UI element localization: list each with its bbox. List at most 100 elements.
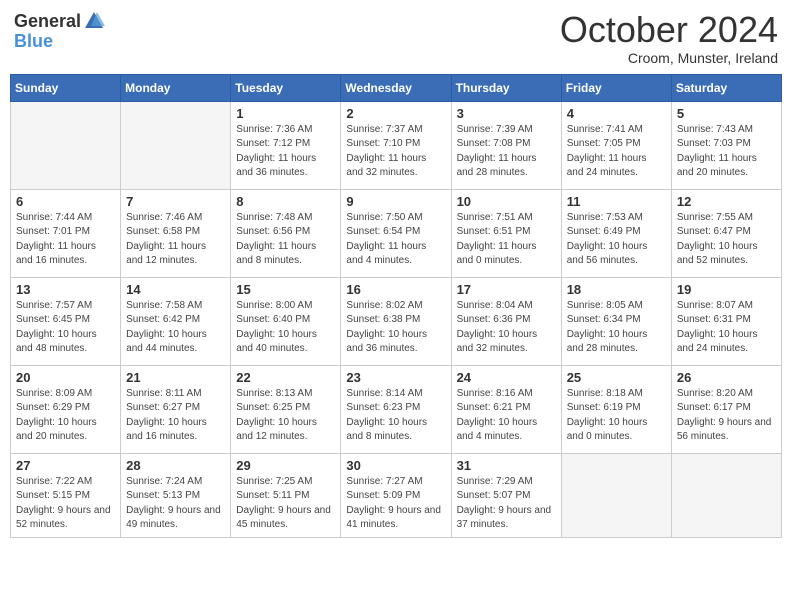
calendar-cell: 27 Sunrise: 7:22 AM Sunset: 5:15 PM Dayli… bbox=[11, 453, 121, 537]
calendar-cell: 9Sunrise: 7:50 AM Sunset: 6:54 PM Daylig… bbox=[341, 189, 451, 277]
day-number: 18 bbox=[567, 282, 666, 297]
day-info: Sunrise: 8:13 AM Sunset: 6:25 PM Dayligh… bbox=[236, 387, 335, 445]
day-number: 12 bbox=[677, 194, 776, 209]
day-info: Sunrise: 7:41 AM Sunset: 7:05 PM Dayligh… bbox=[567, 123, 666, 181]
day-number: 1 bbox=[236, 106, 335, 121]
day-number: 15 bbox=[236, 282, 335, 297]
calendar-cell: 1 Sunrise: 7:36 AM Sunset: 7:12 PM Daylig… bbox=[231, 101, 341, 189]
calendar-cell bbox=[671, 453, 781, 537]
calendar-week-1: 1 Sunrise: 7:36 AM Sunset: 7:12 PM Daylig… bbox=[11, 101, 782, 189]
calendar-cell: 2 Sunrise: 7:37 AM Sunset: 7:10 PM Daylig… bbox=[341, 101, 451, 189]
day-info: Sunrise: 8:20 AM Sunset: 6:17 PM Dayligh… bbox=[677, 387, 776, 445]
day-header-sunday: Sunday bbox=[11, 74, 121, 101]
calendar-cell: 20 Sunrise: 8:09 AM Sunset: 6:29 PM Dayli… bbox=[11, 365, 121, 453]
day-number: 29 bbox=[236, 458, 335, 473]
day-info: Sunrise: 8:05 AM Sunset: 6:34 PM Dayligh… bbox=[567, 299, 666, 357]
day-number: 3 bbox=[457, 106, 556, 121]
calendar-cell: 4 Sunrise: 7:41 AM Sunset: 7:05 PM Daylig… bbox=[561, 101, 671, 189]
calendar-cell: 3 Sunrise: 7:39 AM Sunset: 7:08 PM Daylig… bbox=[451, 101, 561, 189]
day-number: 10 bbox=[457, 194, 556, 209]
day-info: Sunrise: 7:39 AM Sunset: 7:08 PM Dayligh… bbox=[457, 123, 556, 181]
day-info: Sunrise: 8:14 AM Sunset: 6:23 PM Dayligh… bbox=[346, 387, 445, 445]
day-info: Sunrise: 8:04 AM Sunset: 6:36 PM Dayligh… bbox=[457, 299, 556, 357]
calendar-table: SundayMondayTuesdayWednesdayThursdayFrid… bbox=[10, 74, 782, 538]
day-info: Sunrise: 7:37 AM Sunset: 7:10 PM Dayligh… bbox=[346, 123, 445, 181]
calendar-cell: 16 Sunrise: 8:02 AM Sunset: 6:38 PM Dayli… bbox=[341, 277, 451, 365]
logo-icon bbox=[83, 10, 105, 32]
day-number: 9 bbox=[346, 194, 445, 209]
day-info: Sunrise: 7:46 AM Sunset: 6:58 PM Dayligh… bbox=[126, 211, 225, 269]
day-number: 28 bbox=[126, 458, 225, 473]
calendar-cell: 8 Sunrise: 7:48 AM Sunset: 6:56 PM Daylig… bbox=[231, 189, 341, 277]
calendar-cell: 24 Sunrise: 8:16 AM Sunset: 6:21 PM Dayli… bbox=[451, 365, 561, 453]
day-header-thursday: Thursday bbox=[451, 74, 561, 101]
calendar-cell bbox=[561, 453, 671, 537]
day-info: Sunrise: 8:11 AM Sunset: 6:27 PM Dayligh… bbox=[126, 387, 225, 445]
day-info: Sunrise: 7:36 AM Sunset: 7:12 PM Dayligh… bbox=[236, 123, 335, 181]
day-info: Sunrise: 8:02 AM Sunset: 6:38 PM Dayligh… bbox=[346, 299, 445, 357]
day-number: 21 bbox=[126, 370, 225, 385]
day-info: Sunrise: 7:29 AM Sunset: 5:07 PM Dayligh… bbox=[457, 475, 556, 533]
day-info: Sunrise: 7:48 AM Sunset: 6:56 PM Dayligh… bbox=[236, 211, 335, 269]
day-info: Sunrise: 7:27 AM Sunset: 5:09 PM Dayligh… bbox=[346, 475, 445, 533]
calendar-cell: 11Sunrise: 7:53 AM Sunset: 6:49 PM Dayli… bbox=[561, 189, 671, 277]
day-number: 23 bbox=[346, 370, 445, 385]
logo-text-blue: Blue bbox=[14, 31, 53, 51]
day-info: Sunrise: 8:16 AM Sunset: 6:21 PM Dayligh… bbox=[457, 387, 556, 445]
calendar-cell: 15Sunrise: 8:00 AM Sunset: 6:40 PM Dayli… bbox=[231, 277, 341, 365]
calendar-week-5: 27 Sunrise: 7:22 AM Sunset: 5:15 PM Dayli… bbox=[11, 453, 782, 537]
calendar-cell: 5 Sunrise: 7:43 AM Sunset: 7:03 PM Daylig… bbox=[671, 101, 781, 189]
calendar-cell: 10 Sunrise: 7:51 AM Sunset: 6:51 PM Dayli… bbox=[451, 189, 561, 277]
title-section: October 2024 Croom, Munster, Ireland bbox=[560, 10, 778, 66]
day-info: Sunrise: 7:43 AM Sunset: 7:03 PM Dayligh… bbox=[677, 123, 776, 181]
logo-text-general: General bbox=[14, 12, 81, 30]
calendar-cell: 13 Sunrise: 7:57 AM Sunset: 6:45 PM Dayli… bbox=[11, 277, 121, 365]
day-info: Sunrise: 7:57 AM Sunset: 6:45 PM Dayligh… bbox=[16, 299, 115, 357]
calendar-cell: 26 Sunrise: 8:20 AM Sunset: 6:17 PM Dayli… bbox=[671, 365, 781, 453]
day-number: 16 bbox=[346, 282, 445, 297]
day-header-friday: Friday bbox=[561, 74, 671, 101]
header-row: SundayMondayTuesdayWednesdayThursdayFrid… bbox=[11, 74, 782, 101]
calendar-cell: 6Sunrise: 7:44 AM Sunset: 7:01 PM Daylig… bbox=[11, 189, 121, 277]
calendar-cell: 23 Sunrise: 8:14 AM Sunset: 6:23 PM Dayli… bbox=[341, 365, 451, 453]
day-number: 4 bbox=[567, 106, 666, 121]
day-info: Sunrise: 7:58 AM Sunset: 6:42 PM Dayligh… bbox=[126, 299, 225, 357]
calendar-cell: 21 Sunrise: 8:11 AM Sunset: 6:27 PM Dayli… bbox=[121, 365, 231, 453]
day-header-wednesday: Wednesday bbox=[341, 74, 451, 101]
calendar-cell: 12 Sunrise: 7:55 AM Sunset: 6:47 PM Dayli… bbox=[671, 189, 781, 277]
day-info: Sunrise: 7:22 AM Sunset: 5:15 PM Dayligh… bbox=[16, 475, 115, 533]
calendar-cell: 19Sunrise: 8:07 AM Sunset: 6:31 PM Dayli… bbox=[671, 277, 781, 365]
day-info: Sunrise: 7:55 AM Sunset: 6:47 PM Dayligh… bbox=[677, 211, 776, 269]
day-number: 13 bbox=[16, 282, 115, 297]
calendar-cell: 7 Sunrise: 7:46 AM Sunset: 6:58 PM Daylig… bbox=[121, 189, 231, 277]
day-number: 8 bbox=[236, 194, 335, 209]
day-number: 25 bbox=[567, 370, 666, 385]
day-number: 5 bbox=[677, 106, 776, 121]
day-number: 11 bbox=[567, 194, 666, 209]
calendar-cell: 22 Sunrise: 8:13 AM Sunset: 6:25 PM Dayli… bbox=[231, 365, 341, 453]
day-number: 22 bbox=[236, 370, 335, 385]
day-info: Sunrise: 8:09 AM Sunset: 6:29 PM Dayligh… bbox=[16, 387, 115, 445]
day-number: 27 bbox=[16, 458, 115, 473]
day-info: Sunrise: 7:51 AM Sunset: 6:51 PM Dayligh… bbox=[457, 211, 556, 269]
calendar-week-2: 6Sunrise: 7:44 AM Sunset: 7:01 PM Daylig… bbox=[11, 189, 782, 277]
day-number: 20 bbox=[16, 370, 115, 385]
day-header-saturday: Saturday bbox=[671, 74, 781, 101]
calendar-cell: 14Sunrise: 7:58 AM Sunset: 6:42 PM Dayli… bbox=[121, 277, 231, 365]
day-number: 2 bbox=[346, 106, 445, 121]
calendar-cell: 31 Sunrise: 7:29 AM Sunset: 5:07 PM Dayli… bbox=[451, 453, 561, 537]
day-info: Sunrise: 8:18 AM Sunset: 6:19 PM Dayligh… bbox=[567, 387, 666, 445]
day-number: 31 bbox=[457, 458, 556, 473]
day-number: 7 bbox=[126, 194, 225, 209]
calendar-cell bbox=[11, 101, 121, 189]
day-number: 24 bbox=[457, 370, 556, 385]
calendar-cell bbox=[121, 101, 231, 189]
calendar-cell: 30 Sunrise: 7:27 AM Sunset: 5:09 PM Dayli… bbox=[341, 453, 451, 537]
day-info: Sunrise: 7:44 AM Sunset: 7:01 PM Dayligh… bbox=[16, 211, 115, 269]
day-number: 30 bbox=[346, 458, 445, 473]
day-header-tuesday: Tuesday bbox=[231, 74, 341, 101]
logo: General Blue bbox=[14, 10, 105, 52]
day-number: 26 bbox=[677, 370, 776, 385]
location: Croom, Munster, Ireland bbox=[560, 50, 778, 66]
day-number: 17 bbox=[457, 282, 556, 297]
